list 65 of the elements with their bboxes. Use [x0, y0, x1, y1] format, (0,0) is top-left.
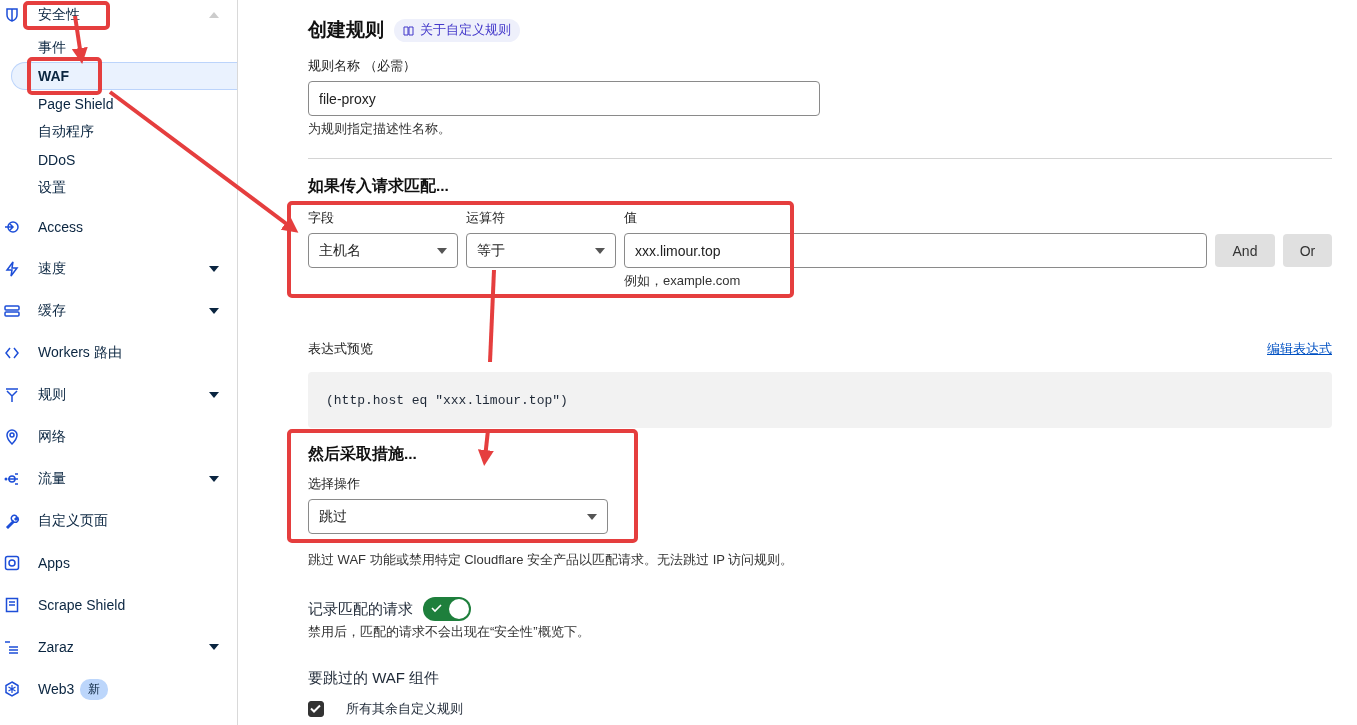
sidebar-item[interactable]: Web3 新: [0, 668, 237, 710]
help-link[interactable]: 关于自定义规则: [394, 18, 520, 42]
log-toggle[interactable]: [423, 597, 471, 621]
expression-preview: (http.host eq "xxx.limour.top"): [308, 372, 1332, 428]
field-label: 运算符: [466, 209, 506, 227]
description-text: 跳过 WAF 功能或禁用特定 Cloudflare 安全产品以匹配请求。无法跳过 IP 访问规则。: [308, 551, 795, 569]
toggle-label: 记录匹配的请求: [308, 599, 413, 619]
section-heading: 要跳过的 WAF 组件: [308, 669, 441, 688]
sidebar-subitem[interactable]: 事件: [0, 34, 237, 62]
hint-text: 禁用后，匹配的请求不会出现在“安全性”概览下。: [308, 623, 591, 641]
caret-icon: [437, 247, 447, 254]
nav-icon: [4, 471, 20, 487]
sidebar-item[interactable]: 速度: [0, 248, 237, 290]
section-heading: 然后采取措施...: [308, 444, 418, 464]
field-select[interactable]: 主机名: [308, 233, 458, 268]
check-icon: [431, 604, 442, 613]
sidebar-subitem[interactable]: DDoS: [0, 146, 237, 174]
sidebar-item[interactable]: Workers 路由: [0, 332, 237, 374]
operator-select[interactable]: 等于: [466, 233, 616, 268]
section-heading: 如果传入请求匹配...: [308, 176, 450, 196]
nav-icon: [4, 639, 20, 655]
sidebar-subitem[interactable]: Page Shield: [0, 90, 237, 118]
sidebar-item[interactable]: 网络: [0, 416, 237, 458]
nav-icon: [4, 513, 20, 529]
field-label: 选择操作: [308, 475, 361, 493]
book-icon: [403, 24, 414, 36]
field-label: 字段: [308, 209, 335, 227]
sidebar-item[interactable]: 规则: [0, 374, 237, 416]
hint-text: 例如，example.com: [624, 272, 742, 290]
nav-icon: [4, 429, 20, 445]
sidebar-item[interactable]: 流量: [0, 458, 237, 500]
nav-icon: [4, 597, 20, 613]
sidebar-item[interactable]: Access: [0, 206, 237, 248]
logic-button[interactable]: And: [1215, 234, 1275, 267]
caret-icon: [595, 247, 605, 254]
action-select[interactable]: 跳过: [308, 499, 608, 534]
nav-icon: [4, 303, 20, 319]
nav-icon: [4, 219, 20, 235]
nav-icon: [4, 7, 20, 23]
checkbox-label: 所有其余自定义规则: [346, 700, 463, 718]
nav-icon: [4, 555, 20, 571]
nav-icon: [4, 345, 20, 361]
edit-expression-link[interactable]: 编辑表达式: [1267, 340, 1332, 364]
value-field[interactable]: xxx.limour.top: [624, 233, 1207, 268]
sidebar-item[interactable]: Zaraz: [0, 626, 237, 668]
logic-button[interactable]: Or: [1283, 234, 1332, 267]
sidebar-item[interactable]: Apps: [0, 542, 237, 584]
nav-icon: [4, 261, 20, 277]
checkbox[interactable]: [308, 701, 324, 717]
caret-icon: [587, 513, 597, 520]
page-title: 创建规则: [308, 18, 384, 42]
hint-text: 为规则指定描述性名称。: [308, 120, 452, 138]
field-label: 表达式预览: [308, 340, 373, 358]
sidebar-item[interactable]: Scrape Shield: [0, 584, 237, 626]
rule-name-field[interactable]: file-proxy: [308, 81, 820, 116]
sidebar-item[interactable]: 缓存: [0, 290, 237, 332]
sidebar-subitem[interactable]: 设置: [0, 174, 237, 202]
sidebar-item[interactable]: 自定义页面: [0, 500, 237, 542]
sidebar-subitem[interactable]: WAF: [11, 62, 237, 90]
nav-icon: [4, 681, 20, 697]
field-label: 规则名称 （必需）: [308, 57, 417, 75]
new-badge: 新: [80, 678, 109, 700]
sidebar-subitem[interactable]: 自动程序: [0, 118, 237, 146]
field-label: 值: [624, 209, 638, 227]
nav-icon: [4, 387, 20, 403]
